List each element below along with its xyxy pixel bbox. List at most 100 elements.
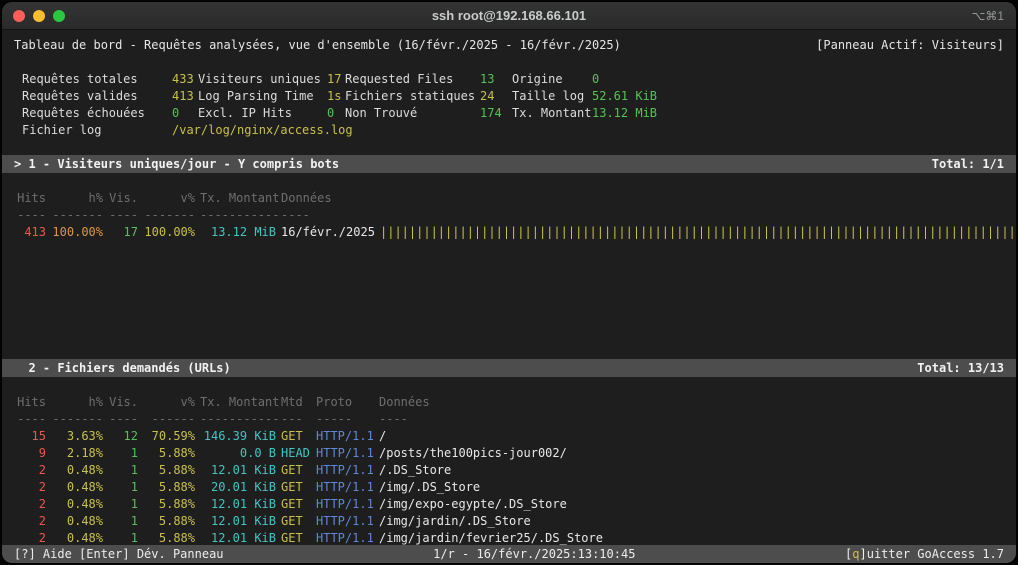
http-method: GET: [281, 479, 311, 496]
summary-label: Taille log: [512, 88, 592, 105]
summary-value: 0: [327, 105, 345, 122]
table-row: 9 2.18% 1 5.88% 0.0 B HEAD HTTP/1.1 /pos…: [2, 445, 1016, 462]
col-header-hits-percent: h%: [51, 394, 103, 411]
visitors-percent: 5.88%: [143, 462, 195, 479]
panel1-total: Total: 1/1: [932, 155, 1004, 173]
summary-label: Origine: [512, 71, 592, 88]
panel1-column-headers: Hits h% Vis. v% Tx. Montant Données: [2, 190, 1016, 207]
http-method: GET: [281, 496, 311, 513]
zoom-button[interactable]: [53, 10, 65, 22]
divider: -------: [51, 207, 103, 224]
tx-amount: 0.0 B: [200, 445, 276, 462]
summary-value: 24: [480, 88, 512, 105]
summary-value: 413: [172, 88, 198, 105]
url-value: /img/jardin/.DS_Store: [379, 513, 531, 530]
http-protocol: HTTP/1.1: [316, 513, 374, 530]
visitors-value: 1: [108, 496, 138, 513]
spacer: [2, 241, 1016, 359]
quit-hint: [q]uitter GoAccess 1.7: [845, 545, 1004, 563]
summary-value: 13.12 MiB: [592, 105, 1016, 122]
url-value: /.DS_Store: [379, 462, 451, 479]
col-header-visitors-percent: v%: [143, 190, 195, 207]
terminal-window: ssh root@192.168.66.101 ⌥⌘1 Tableau de b…: [2, 2, 1016, 563]
http-method: HEAD: [281, 445, 311, 462]
summary-label: Requested Files: [345, 71, 480, 88]
overview-title: Tableau de bord - Requêtes analysées, vu…: [14, 37, 621, 54]
divider: ------: [143, 411, 195, 428]
log-file-path: /var/log/nginx/access.log: [172, 122, 1016, 139]
spacer: [2, 139, 1016, 155]
titlebar[interactable]: ssh root@192.168.66.101 ⌥⌘1: [2, 2, 1016, 30]
visitors-percent: 100.00%: [143, 224, 195, 241]
visitors-percent: 5.88%: [143, 513, 195, 530]
status-position-timestamp: 1/r - 16/févr./2025:13:10:45: [433, 545, 635, 563]
panel1-data-row: 413 100.00% 17 100.00% 13.12 MiB 16/févr…: [2, 224, 1016, 241]
window-controls: [13, 10, 65, 22]
panel1-divider-row: ---- ------- ---- ------- ----------- --…: [2, 207, 1016, 224]
summary-value: 174: [480, 105, 512, 122]
summary-label: Visiteurs uniques: [198, 71, 327, 88]
summary-value: 13: [480, 71, 512, 88]
divider: -----------: [200, 207, 276, 224]
panel2-column-headers: Hits h% Vis. v% Tx. Montant Mtd Proto Do…: [2, 394, 1016, 411]
panel2-header: 2 - Fichiers demandés (URLs) Total: 13/1…: [2, 359, 1016, 377]
summary-label: Requêtes valides: [22, 88, 172, 105]
close-button[interactable]: [13, 10, 25, 22]
col-header-visitors: Vis.: [108, 190, 138, 207]
hits-value: 2: [16, 479, 46, 496]
visitors-value: 1: [108, 445, 138, 462]
col-header-tx-amount: Tx. Montant: [200, 190, 276, 207]
divider: ----: [16, 411, 46, 428]
hits-percent: 0.48%: [51, 479, 103, 496]
col-header-visitors: Vis.: [108, 394, 138, 411]
overview-header: Tableau de bord - Requêtes analysées, vu…: [2, 37, 1016, 54]
summary-label: Non Trouvé: [345, 105, 480, 122]
url-value: /: [379, 428, 386, 445]
table-row: 2 0.48% 1 5.88% 12.01 KiB GET HTTP/1.1 /…: [2, 513, 1016, 530]
col-header-protocol: Proto: [316, 394, 374, 411]
summary-value: 52.61 KiB: [592, 88, 1016, 105]
summary-row-logfile: Fichier log /var/log/nginx/access.log: [2, 122, 1016, 139]
divider: ----: [16, 207, 46, 224]
visitors-value: 12: [108, 428, 138, 445]
summary-row-valid: Requêtes valides 413 Log Parsing Time 1s…: [2, 88, 1016, 105]
spacer: [2, 54, 1016, 71]
status-bar: [?] Aide [Enter] Dév. Panneau 1/r - 16/f…: [2, 545, 1016, 563]
visitors-value: 1: [108, 513, 138, 530]
col-header-visitors-percent: v%: [143, 394, 195, 411]
url-value: /posts/the100pics-jour002/: [379, 445, 567, 462]
http-method: GET: [281, 428, 311, 445]
panel2-total: Total: 13/13: [917, 359, 1004, 377]
summary-label: Requêtes totales: [22, 71, 172, 88]
tx-amount: 12.01 KiB: [200, 513, 276, 530]
table-row: 2 0.48% 1 5.88% 20.01 KiB GET HTTP/1.1 /…: [2, 479, 1016, 496]
divider: -----: [316, 411, 374, 428]
col-header-data: Données: [281, 190, 375, 207]
http-protocol: HTTP/1.1: [316, 428, 374, 445]
hits-value: 2: [16, 462, 46, 479]
window-shortcut-badge: ⌥⌘1: [971, 9, 1004, 23]
hits-percent: 3.63%: [51, 428, 103, 445]
tx-amount: 12.01 KiB: [200, 496, 276, 513]
quit-key: q: [852, 547, 859, 561]
divider: -------: [143, 207, 195, 224]
summary-label: Requêtes échouées: [22, 105, 172, 122]
summary-value: 0: [592, 71, 1016, 88]
visitors-value: 17: [108, 224, 138, 241]
hits-percent: 2.18%: [51, 445, 103, 462]
spacer: [2, 377, 1016, 394]
summary-label: Log Parsing Time: [198, 88, 327, 105]
summary-row-totals: Requêtes totales 433 Visiteurs uniques 1…: [2, 71, 1016, 88]
tx-amount: 12.01 KiB: [200, 462, 276, 479]
hits-value: 9: [16, 445, 46, 462]
divider: -------: [51, 411, 103, 428]
hits-value: 413: [16, 224, 46, 241]
minimize-button[interactable]: [33, 10, 45, 22]
window-title: ssh root@192.168.66.101: [2, 8, 1016, 23]
terminal-screen[interactable]: Tableau de bord - Requêtes analysées, vu…: [2, 31, 1016, 563]
visitors-percent: 5.88%: [143, 496, 195, 513]
http-protocol: HTTP/1.1: [316, 445, 374, 462]
summary-label: Tx. Montant: [512, 105, 592, 122]
http-protocol: HTTP/1.1: [316, 496, 374, 513]
active-panel-indicator: [Panneau Actif: Visiteurs]: [816, 37, 1004, 54]
